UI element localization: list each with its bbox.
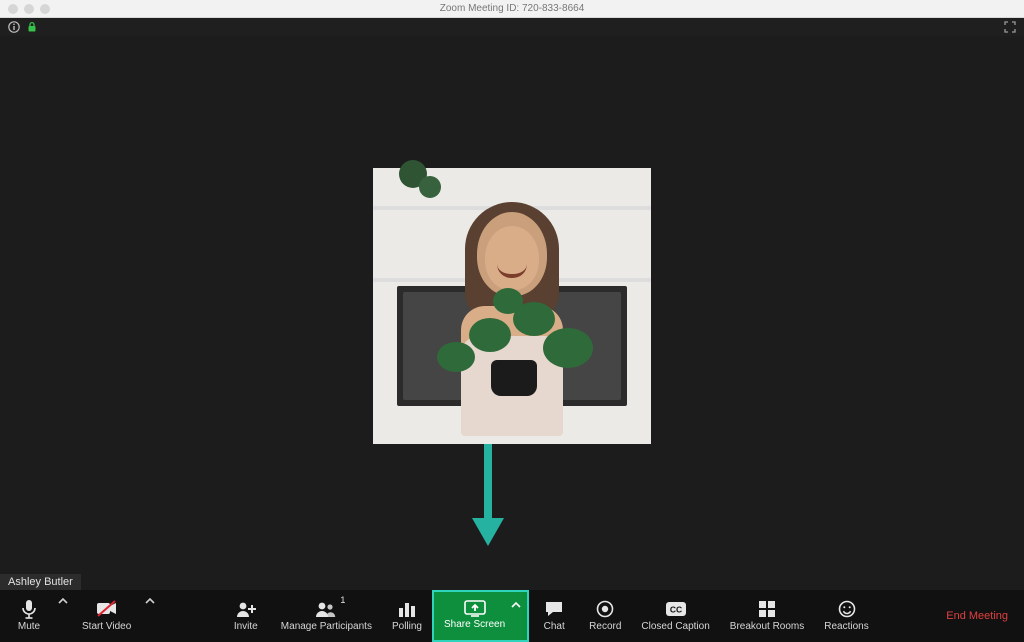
- reactions-icon: [838, 599, 856, 619]
- participant-video-tile[interactable]: [373, 168, 651, 444]
- breakout-rooms-label: Breakout Rooms: [730, 621, 804, 632]
- invite-label: Invite: [234, 621, 258, 632]
- closed-caption-label: Closed Caption: [641, 621, 709, 632]
- manage-participants-button[interactable]: 1 Manage Participants: [271, 590, 382, 642]
- invite-icon: [235, 599, 257, 619]
- reactions-button[interactable]: Reactions: [814, 590, 878, 642]
- video-content: [373, 168, 651, 444]
- share-screen-button[interactable]: Share Screen: [438, 594, 511, 636]
- breakout-rooms-button[interactable]: Breakout Rooms: [720, 590, 814, 642]
- participant-name-label: Ashley Butler: [0, 574, 81, 590]
- traffic-light-minimize[interactable]: [24, 4, 34, 14]
- start-video-button[interactable]: Start Video: [72, 590, 141, 642]
- chat-label: Chat: [544, 621, 565, 632]
- share-screen-label: Share Screen: [444, 619, 505, 630]
- share-screen-icon: [464, 598, 486, 617]
- start-video-label: Start Video: [82, 621, 131, 632]
- record-label: Record: [589, 621, 621, 632]
- meeting-info-bar: [0, 18, 1024, 36]
- camera-off-icon: [96, 599, 118, 619]
- window-titlebar: Zoom Meeting ID: 720-833-8664: [0, 0, 1024, 18]
- mute-button[interactable]: Mute: [4, 590, 54, 642]
- end-meeting-button[interactable]: End Meeting: [940, 590, 1014, 642]
- record-icon: [596, 599, 614, 619]
- polling-button[interactable]: Polling: [382, 590, 432, 642]
- meeting-info-icon[interactable]: [8, 21, 20, 33]
- audio-options-chevron[interactable]: [54, 590, 72, 642]
- callout-arrow: [472, 444, 504, 556]
- invite-button[interactable]: Invite: [221, 590, 271, 642]
- svg-text:CC: CC: [669, 604, 681, 614]
- polling-icon: [398, 599, 416, 619]
- closed-caption-icon: CC: [665, 599, 687, 619]
- microphone-icon: [20, 599, 38, 619]
- participant-count-badge: 1: [340, 595, 345, 605]
- record-button[interactable]: Record: [579, 590, 631, 642]
- share-options-chevron[interactable]: [511, 594, 523, 636]
- mute-label: Mute: [18, 621, 40, 632]
- manage-participants-label: Manage Participants: [281, 621, 372, 632]
- polling-label: Polling: [392, 621, 422, 632]
- closed-caption-button[interactable]: CC Closed Caption: [631, 590, 719, 642]
- breakout-rooms-icon: [758, 599, 776, 619]
- window-title: Zoom Meeting ID: 720-833-8664: [440, 3, 585, 14]
- traffic-lights: [0, 4, 50, 14]
- fullscreen-icon[interactable]: [1004, 21, 1016, 33]
- chat-icon: [544, 599, 564, 619]
- video-options-chevron[interactable]: [141, 590, 159, 642]
- share-screen-highlight: Share Screen: [432, 590, 529, 642]
- meeting-toolbar: Mute Start Video Invite 1 Manage: [0, 590, 1024, 642]
- traffic-light-zoom[interactable]: [40, 4, 50, 14]
- traffic-light-close[interactable]: [8, 4, 18, 14]
- participants-icon: 1: [315, 599, 337, 619]
- reactions-label: Reactions: [824, 621, 868, 632]
- video-stage: [0, 36, 1024, 590]
- encryption-icon[interactable]: [26, 21, 38, 33]
- chat-button[interactable]: Chat: [529, 590, 579, 642]
